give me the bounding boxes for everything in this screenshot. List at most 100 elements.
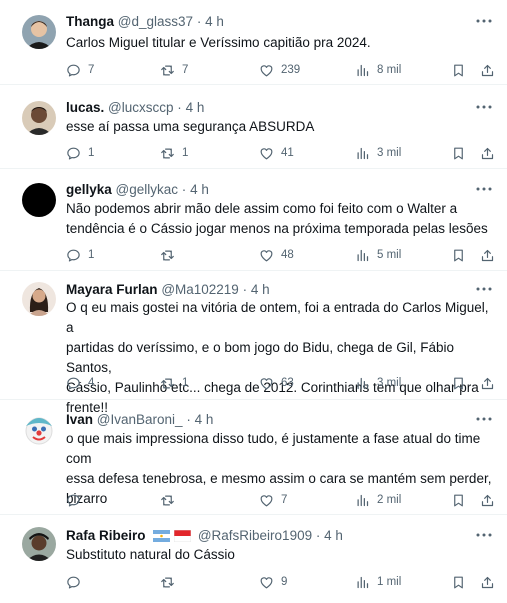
share-button[interactable] bbox=[480, 144, 495, 162]
bookmark-button[interactable] bbox=[451, 374, 466, 392]
timestamp[interactable]: 4 h bbox=[251, 282, 270, 297]
bookmark-icon bbox=[454, 494, 463, 506]
action-bar: 1 1 41 3 mil bbox=[66, 144, 496, 162]
reply-button[interactable] bbox=[66, 573, 81, 591]
retweet-button[interactable]: 7 bbox=[160, 61, 188, 79]
reply-tweet[interactable]: Ivan @IvanBaroni_ · 4 h o que mais impre… bbox=[0, 401, 507, 515]
more-icon[interactable] bbox=[475, 282, 493, 296]
bookmark-icon bbox=[454, 147, 463, 159]
user-handle[interactable]: @gellykac bbox=[116, 182, 178, 197]
timestamp[interactable]: 4 h bbox=[190, 182, 209, 197]
retweet-button[interactable] bbox=[160, 491, 175, 509]
reply-icon bbox=[67, 576, 80, 588]
more-icon[interactable] bbox=[475, 100, 493, 114]
tweet-text-line: o que mais impressiona disso tudo, é jus… bbox=[66, 431, 481, 466]
user-handle[interactable]: @IvanBaroni_ bbox=[97, 412, 183, 427]
reply-tweet[interactable]: Rafa Ribeiro @RafsRibeiro1909 · 4 h Subs… bbox=[0, 516, 507, 603]
views-button[interactable]: 3 mil bbox=[355, 144, 401, 162]
like-icon bbox=[260, 64, 273, 76]
display-name[interactable]: Mayara Furlan bbox=[66, 282, 158, 297]
separator-dot: · bbox=[196, 14, 202, 29]
separator-dot: · bbox=[177, 100, 182, 115]
bookmark-button[interactable] bbox=[451, 246, 466, 264]
avatar[interactable] bbox=[22, 282, 56, 316]
views-button[interactable]: 5 mil bbox=[355, 246, 401, 264]
timestamp[interactable]: 4 h bbox=[205, 14, 224, 29]
user-handle[interactable]: @lucxsccp bbox=[108, 100, 173, 115]
user-handle[interactable]: @d_glass37 bbox=[118, 14, 193, 29]
reply-button[interactable]: 4 bbox=[66, 374, 94, 392]
share-button[interactable] bbox=[480, 374, 495, 392]
share-button[interactable] bbox=[480, 61, 495, 79]
share-icon bbox=[481, 377, 494, 389]
display-name[interactable]: lucas. bbox=[66, 100, 104, 115]
display-name[interactable]: Thanga bbox=[66, 14, 114, 29]
retweet-button[interactable] bbox=[160, 573, 175, 591]
reply-tweet[interactable]: lucas. @lucxsccp · 4 h esse aí passa uma… bbox=[0, 86, 507, 169]
reply-button[interactable]: 1 bbox=[66, 144, 94, 162]
views-icon bbox=[357, 494, 369, 506]
tweet-text-line: Carlos Miguel titular e Veríssimo capiti… bbox=[66, 35, 371, 50]
separator-dot: · bbox=[181, 182, 187, 197]
reply-tweet[interactable]: Thanga @d_glass37 · 4 h Carlos Miguel ti… bbox=[0, 0, 507, 85]
display-name[interactable]: gellyka bbox=[66, 182, 112, 197]
more-icon[interactable] bbox=[475, 528, 493, 542]
avatar[interactable] bbox=[22, 183, 56, 217]
views-count: 1 mil bbox=[377, 576, 402, 588]
action-bar: 1 48 5 mil bbox=[66, 246, 496, 264]
share-button[interactable] bbox=[480, 491, 495, 509]
share-icon bbox=[481, 147, 494, 159]
reply-button[interactable]: 1 bbox=[66, 246, 94, 264]
bookmark-button[interactable] bbox=[451, 491, 466, 509]
tweet-text: esse aí passa uma segurança ABSURDA bbox=[66, 117, 496, 137]
bookmark-button[interactable] bbox=[451, 61, 466, 79]
share-button[interactable] bbox=[480, 573, 495, 591]
tweet-text: Não podemos abrir mão dele assim como fo… bbox=[66, 199, 496, 239]
views-button[interactable]: 3 mil bbox=[355, 374, 401, 392]
user-handle[interactable]: @Ma102219 bbox=[161, 282, 239, 297]
avatar[interactable] bbox=[22, 412, 56, 446]
more-icon[interactable] bbox=[475, 412, 493, 426]
retweet-button[interactable] bbox=[160, 246, 175, 264]
reply-button[interactable] bbox=[66, 491, 81, 509]
more-icon[interactable] bbox=[475, 14, 493, 28]
more-icon[interactable] bbox=[475, 182, 493, 196]
views-button[interactable]: 2 mil bbox=[355, 491, 401, 509]
user-handle[interactable]: @RafsRibeiro1909 bbox=[198, 528, 312, 543]
tweet-text-line: partidas do veríssimo, e o bom jogo do B… bbox=[66, 340, 454, 375]
like-button[interactable]: 48 bbox=[259, 246, 294, 264]
reply-button[interactable]: 7 bbox=[66, 61, 94, 79]
bookmark-button[interactable] bbox=[451, 144, 466, 162]
like-button[interactable]: 9 bbox=[259, 573, 287, 591]
retweet-button[interactable]: 1 bbox=[160, 144, 188, 162]
retweet-count: 7 bbox=[182, 64, 189, 76]
reply-tweet[interactable]: Mayara Furlan @Ma102219 · 4 h O q eu mai… bbox=[0, 272, 507, 415]
views-count: 3 mil bbox=[377, 377, 402, 389]
retweet-icon bbox=[161, 148, 174, 158]
share-icon bbox=[481, 249, 494, 261]
avatar[interactable] bbox=[22, 101, 56, 135]
timestamp[interactable]: 4 h bbox=[324, 528, 343, 543]
avatar[interactable] bbox=[22, 527, 56, 561]
like-button[interactable]: 239 bbox=[259, 61, 300, 79]
reply-tweet[interactable]: gellyka @gellykac · 4 h Não podemos abri… bbox=[0, 170, 507, 271]
display-name[interactable]: Ivan bbox=[66, 412, 93, 427]
retweet-button[interactable]: 1 bbox=[160, 374, 188, 392]
timestamp[interactable]: 4 h bbox=[195, 412, 214, 427]
views-button[interactable]: 8 mil bbox=[355, 61, 401, 79]
display-name[interactable]: Rafa Ribeiro bbox=[66, 528, 146, 543]
like-button[interactable]: 7 bbox=[259, 491, 287, 509]
bookmark-button[interactable] bbox=[451, 573, 466, 591]
share-button[interactable] bbox=[480, 246, 495, 264]
tweet-header: Thanga @d_glass37 · 4 h bbox=[66, 13, 224, 31]
avatar[interactable] bbox=[22, 15, 56, 49]
like-count: 239 bbox=[281, 64, 301, 76]
like-button[interactable]: 63 bbox=[259, 374, 294, 392]
retweet-count: 1 bbox=[182, 147, 189, 159]
views-count: 2 mil bbox=[377, 494, 402, 506]
like-icon bbox=[260, 147, 273, 159]
like-button[interactable]: 41 bbox=[259, 144, 294, 162]
views-icon bbox=[357, 377, 369, 389]
views-button[interactable]: 1 mil bbox=[355, 573, 401, 591]
timestamp[interactable]: 4 h bbox=[186, 100, 205, 115]
